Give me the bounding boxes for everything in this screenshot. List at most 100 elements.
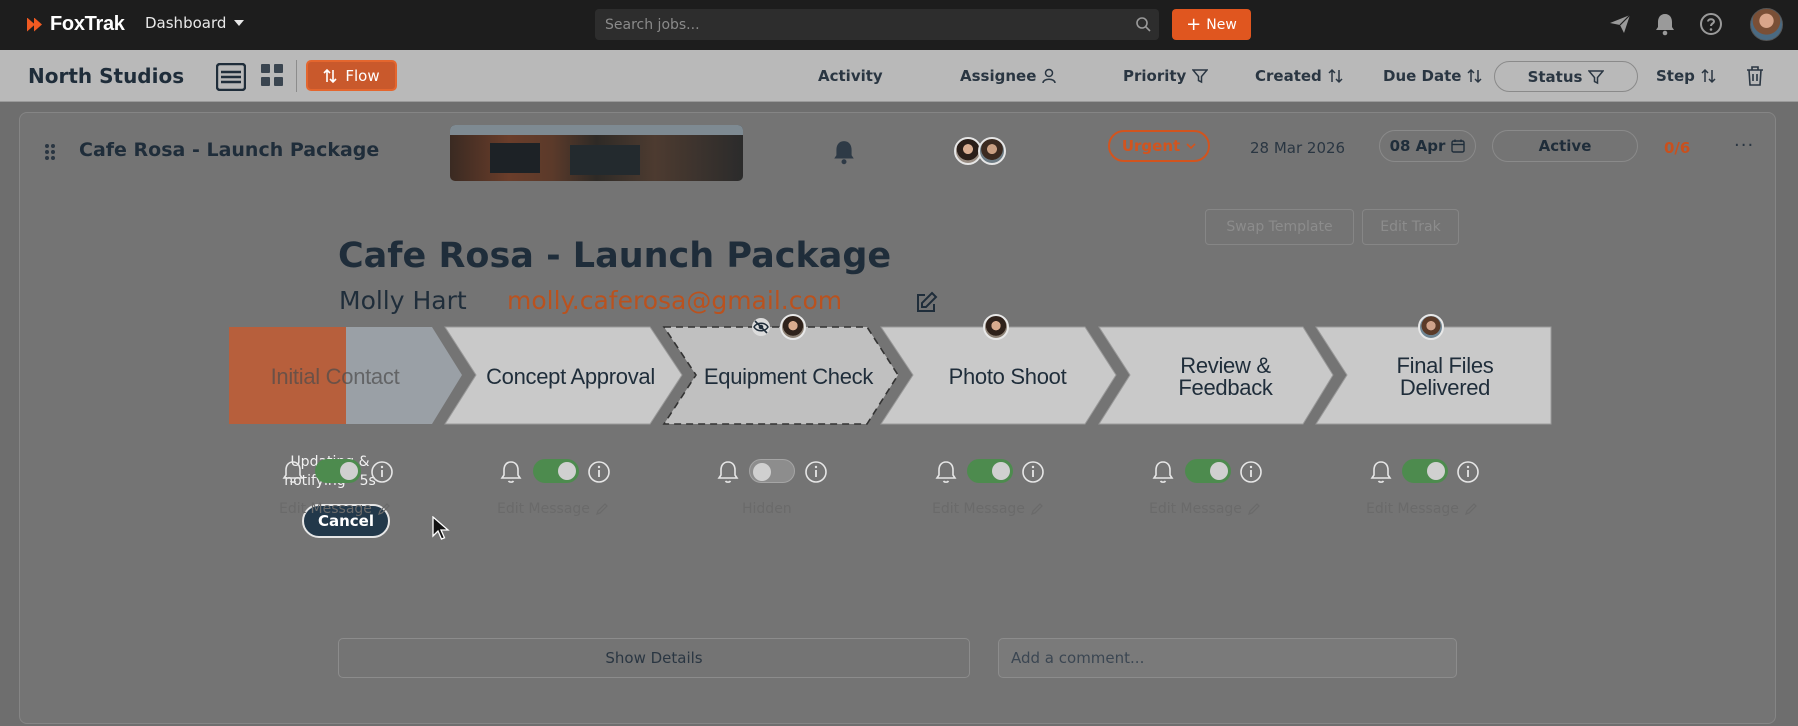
chevron-down-icon	[234, 20, 245, 26]
step-label-1: Initial Contact	[270, 364, 400, 389]
search-box[interactable]	[595, 9, 1159, 40]
step-assignee-avatar[interactable]	[1418, 314, 1444, 340]
edit-message-link-4[interactable]: Edit Message	[932, 501, 1043, 517]
comment-input[interactable]	[999, 639, 1456, 677]
info-icon[interactable]	[1021, 460, 1045, 484]
pencil-icon	[377, 503, 390, 515]
person-icon	[1042, 68, 1057, 84]
column-step-label: Step	[1656, 67, 1695, 85]
user-avatar[interactable]	[1750, 8, 1783, 41]
column-created-label: Created	[1255, 67, 1322, 85]
column-created[interactable]: Created	[1255, 67, 1344, 85]
column-priority[interactable]: Priority	[1123, 67, 1209, 85]
list-view-icon[interactable]	[216, 63, 246, 91]
notify-toggle-1[interactable]	[315, 459, 361, 483]
edit-message-link-5[interactable]: Edit Message	[1149, 501, 1260, 517]
flow-button[interactable]: Flow	[306, 60, 397, 91]
step-label-4: Photo Shoot	[948, 364, 1067, 389]
edit-message-link-1[interactable]: Edit Message	[279, 501, 390, 517]
logo[interactable]: FoxTrak	[27, 13, 125, 36]
step-label-5: Review & Feedback	[1133, 353, 1318, 401]
bell-icon[interactable]	[282, 460, 304, 484]
notify-toggle-5[interactable]	[1185, 459, 1231, 483]
sort-icon	[323, 68, 337, 83]
edit-message-label: Edit Message	[497, 501, 590, 517]
bell-icon[interactable]	[935, 460, 957, 484]
bell-icon[interactable]	[500, 460, 522, 484]
show-details-button[interactable]: Show Details	[338, 638, 970, 678]
edit-message-label: Edit Message	[279, 501, 372, 517]
pencil-icon	[1464, 503, 1477, 515]
new-button-label: New	[1206, 16, 1237, 33]
info-icon[interactable]	[587, 460, 611, 484]
column-activity-label: Activity	[818, 67, 883, 85]
column-step[interactable]: Step	[1656, 67, 1717, 85]
step-assignee-avatar[interactable]	[780, 314, 806, 340]
pencil-icon	[595, 503, 608, 515]
flow-button-label: Flow	[345, 66, 380, 85]
step-label-5-line2: Feedback	[1178, 375, 1273, 400]
send-icon[interactable]	[1608, 12, 1632, 36]
bell-icon[interactable]	[1654, 12, 1676, 36]
pencil-icon	[1030, 503, 1043, 515]
notify-toggle-4[interactable]	[967, 459, 1013, 483]
step-label-5-line1: Review &	[1180, 353, 1271, 378]
cursor-icon	[432, 516, 450, 540]
edit-message-label: Edit Message	[1366, 501, 1459, 517]
filter-icon	[1192, 69, 1209, 84]
info-icon[interactable]	[1456, 460, 1480, 484]
column-assignee[interactable]: Assignee	[960, 67, 1057, 85]
edit-message-label: Edit Message	[1149, 501, 1242, 517]
trash-icon[interactable]	[1746, 65, 1764, 87]
column-assignee-label: Assignee	[960, 67, 1037, 85]
column-priority-label: Priority	[1123, 67, 1187, 85]
step-label-6: Final Files Delivered	[1350, 353, 1540, 401]
comment-box[interactable]	[998, 638, 1457, 678]
grid-view-icon[interactable]	[260, 63, 284, 87]
hidden-label-text: Hidden	[742, 501, 792, 517]
info-icon[interactable]	[1239, 460, 1263, 484]
column-status[interactable]: Status	[1494, 61, 1638, 92]
filter-icon	[1588, 69, 1605, 84]
step-label-2: Concept Approval	[486, 364, 655, 389]
top-bar: FoxTrak Dashboard + New	[0, 0, 1798, 50]
notify-toggle-3[interactable]	[749, 459, 795, 483]
step-label-6-line2: Delivered	[1399, 375, 1491, 400]
step-assignee-avatar[interactable]	[983, 314, 1009, 340]
brand-name: FoxTrak	[50, 13, 125, 35]
dashboard-label: Dashboard	[145, 14, 227, 32]
dashboard-menu[interactable]: Dashboard	[145, 14, 245, 32]
column-activity[interactable]: Activity	[818, 67, 883, 85]
info-icon[interactable]	[804, 460, 828, 484]
column-status-label: Status	[1527, 67, 1583, 86]
job-card: Cafe Rosa - Launch Package Urgent 28 Mar…	[19, 112, 1776, 724]
step-label-6-line1: Final Files	[1396, 353, 1494, 378]
bell-icon[interactable]	[717, 460, 739, 484]
bell-icon[interactable]	[1152, 460, 1174, 484]
edit-message-link-2[interactable]: Edit Message	[497, 501, 608, 517]
eye-off-icon[interactable]	[750, 317, 772, 337]
pencil-icon	[1247, 503, 1260, 515]
sort-icon	[1467, 68, 1482, 84]
workspace-title: North Studios	[28, 64, 185, 88]
search-icon[interactable]	[1135, 16, 1151, 32]
workspace-header: North Studios Flow Activity Assignee Pri…	[0, 50, 1798, 102]
info-icon[interactable]	[370, 460, 394, 484]
plus-icon: +	[1186, 13, 1202, 35]
notify-toggle-2[interactable]	[533, 459, 579, 483]
divider	[296, 60, 297, 92]
sort-icon	[1328, 68, 1343, 84]
step-track	[229, 326, 1552, 425]
help-icon[interactable]	[1699, 12, 1723, 36]
column-due-date[interactable]: Due Date	[1383, 67, 1483, 85]
new-button[interactable]: + New	[1172, 9, 1251, 40]
search-input[interactable]	[605, 9, 1125, 40]
notify-toggle-6[interactable]	[1402, 459, 1448, 483]
hidden-label: Hidden	[742, 501, 792, 517]
bell-icon[interactable]	[1370, 460, 1392, 484]
column-due-date-label: Due Date	[1383, 67, 1462, 85]
sort-icon	[1701, 68, 1716, 84]
edit-message-link-6[interactable]: Edit Message	[1366, 501, 1477, 517]
logo-icon	[27, 16, 45, 34]
step-label-3: Equipment Check	[703, 364, 874, 389]
